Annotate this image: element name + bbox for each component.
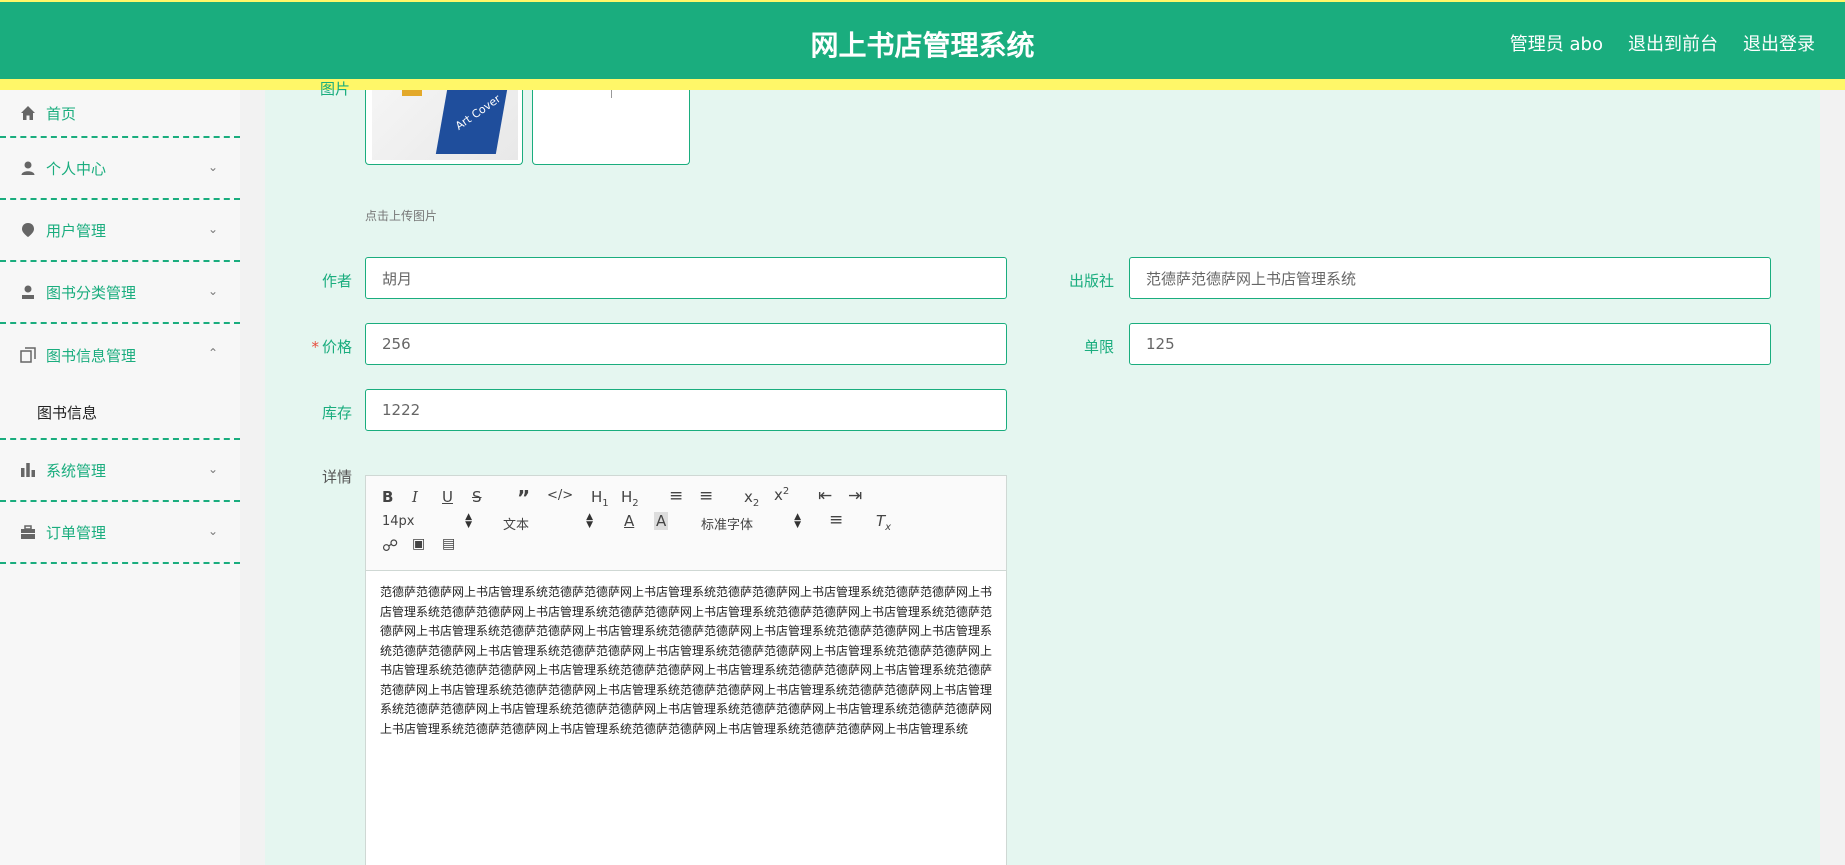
cover-thumbnail[interactable]: Art Cover <box>365 90 523 165</box>
publisher-field[interactable]: 范德萨范德萨网上书店管理系统 <box>1129 257 1771 299</box>
bullet-list-button[interactable]: ≡ <box>699 486 713 506</box>
chevron-down-icon: ⌄ <box>207 462 218 476</box>
sidebar-item-label: 订单管理 <box>46 523 107 542</box>
main-content: 图片 Art Cover 点击上传图片 作者 胡月 出版社 范德萨范德萨网上书店… <box>265 80 1820 865</box>
stock-field[interactable]: 1222 <box>365 389 1007 431</box>
author-label: 作者 <box>321 272 352 290</box>
subscript-button[interactable]: x2 <box>744 488 759 509</box>
image-label: 图片 <box>319 80 350 98</box>
upload-plus-icon <box>611 90 612 98</box>
limit-label: 单限 <box>1083 338 1114 356</box>
sidebar-item-home[interactable]: 首页 <box>0 90 240 138</box>
outdent-button[interactable]: ⇤ <box>818 486 832 506</box>
header-bar: 网上书店管理系统 管理员 abo 退出到前台 退出登录 <box>0 2 1845 79</box>
font-size-select[interactable]: 14px ▲ ▼ <box>382 512 472 530</box>
briefcase-icon <box>20 524 36 540</box>
sidebar-item-label: 首页 <box>46 104 77 123</box>
underline-button[interactable]: U <box>442 488 453 506</box>
image-button[interactable]: ▣ <box>412 536 425 552</box>
code-button[interactable]: </> <box>547 488 573 503</box>
sidebar-item-book-category[interactable]: 图书分类管理 ⌄ <box>0 262 240 324</box>
chevron-down-icon: ⌄ <box>207 284 218 298</box>
link-button[interactable]: ☍ <box>382 536 398 555</box>
sidebar-item-system[interactable]: 系统管理 ⌄ <box>0 440 240 502</box>
select-arrows-icon: ▲ ▼ <box>586 512 593 530</box>
sidebar-item-book-info[interactable]: 图书信息管理 ⌃ <box>0 324 240 386</box>
publisher-label: 出版社 <box>1068 272 1114 290</box>
select-arrows-icon: ▲ ▼ <box>794 512 801 530</box>
price-label: * 价格 <box>265 336 352 357</box>
text-style-value: 文本 <box>503 518 530 533</box>
bold-button[interactable]: B <box>382 488 393 506</box>
h2-button[interactable]: H2 <box>621 488 639 509</box>
rich-text-editor: B I U S ” </> H1 H2 ≡ ≡ x2 x2 ⇤ ⇥ 14px ▲… <box>365 475 1007 865</box>
strike-button[interactable]: S <box>472 488 482 506</box>
cover-decoration <box>402 90 422 96</box>
stock-label: 库存 <box>321 404 352 422</box>
home-icon <box>20 105 36 121</box>
clear-format-button[interactable]: Tx <box>876 512 891 533</box>
background-color-button[interactable]: A <box>654 512 669 530</box>
logout-link[interactable]: 退出登录 <box>1743 30 1815 56</box>
price-field[interactable]: 256 <box>365 323 1007 365</box>
h1-button[interactable]: H1 <box>591 488 609 509</box>
sidebar: 首页 个人中心 ⌄ 用户管理 ⌄ 图书分类管理 ⌄ 图书信息管理 ⌃ 图书信息 … <box>0 90 240 865</box>
text-style-select[interactable]: 文本 ▲ ▼ <box>503 512 593 534</box>
sidebar-item-label: 系统管理 <box>46 461 107 480</box>
author-field[interactable]: 胡月 <box>365 257 1007 299</box>
sidebar-item-personal[interactable]: 个人中心 ⌄ <box>0 138 240 200</box>
font-family-value: 标准字体 <box>701 518 754 533</box>
italic-button[interactable]: I <box>412 488 418 506</box>
select-arrows-icon: ▲ ▼ <box>465 512 472 530</box>
editor-toolbar: B I U S ” </> H1 H2 ≡ ≡ x2 x2 ⇤ ⇥ 14px ▲… <box>366 476 1006 571</box>
header: 网上书店管理系统 管理员 abo 退出到前台 退出登录 <box>0 0 1845 90</box>
required-marker: * <box>311 338 319 356</box>
exit-to-front-link[interactable]: 退出到前台 <box>1628 30 1718 56</box>
sidebar-item-users[interactable]: 用户管理 ⌄ <box>0 200 240 262</box>
editor-content[interactable]: 范德萨范德萨网上书店管理系统范德萨范德萨网上书店管理系统范德萨范德萨网上书店管理… <box>366 571 1006 751</box>
align-button[interactable]: ≡ <box>829 510 843 530</box>
copy-icon <box>20 347 36 363</box>
blockquote-button[interactable]: ” <box>517 486 530 510</box>
ordered-list-button[interactable]: ≡ <box>669 486 683 506</box>
sidebar-subitem-book-info[interactable]: 图书信息 <box>0 386 240 440</box>
chevron-up-icon: ⌃ <box>207 346 218 360</box>
header-actions: 管理员 abo 退出到前台 退出登录 <box>1510 30 1815 56</box>
chevron-down-icon: ⌄ <box>207 524 218 538</box>
font-color-button[interactable]: A <box>624 512 634 530</box>
user-icon <box>20 160 36 176</box>
indent-button[interactable]: ⇥ <box>848 486 862 506</box>
sidebar-item-label: 用户管理 <box>46 221 107 240</box>
font-family-select[interactable]: 标准字体 ▲ ▼ <box>701 512 801 534</box>
sidebar-item-label: 图书分类管理 <box>46 283 137 302</box>
pin-icon <box>20 222 36 238</box>
bar-chart-icon <box>20 462 36 478</box>
superscript-button[interactable]: x2 <box>774 486 789 504</box>
chevron-down-icon: ⌄ <box>207 222 218 236</box>
font-size-value: 14px <box>382 514 415 529</box>
upload-hint: 点击上传图片 <box>365 209 438 223</box>
person-icon <box>20 284 36 300</box>
video-button[interactable]: ▤ <box>442 536 455 552</box>
sidebar-item-label: 个人中心 <box>46 159 107 178</box>
upload-box[interactable] <box>532 90 690 165</box>
price-label-text: 价格 <box>321 338 352 356</box>
cover-image: Art Cover <box>372 90 518 160</box>
sidebar-item-orders[interactable]: 订单管理 ⌄ <box>0 502 240 564</box>
chevron-down-icon: ⌄ <box>207 160 218 174</box>
admin-label: 管理员 abo <box>1509 34 1603 55</box>
detail-label: 详情 <box>321 468 352 486</box>
sidebar-item-label: 图书信息管理 <box>46 346 137 365</box>
limit-field[interactable]: 125 <box>1129 323 1771 365</box>
